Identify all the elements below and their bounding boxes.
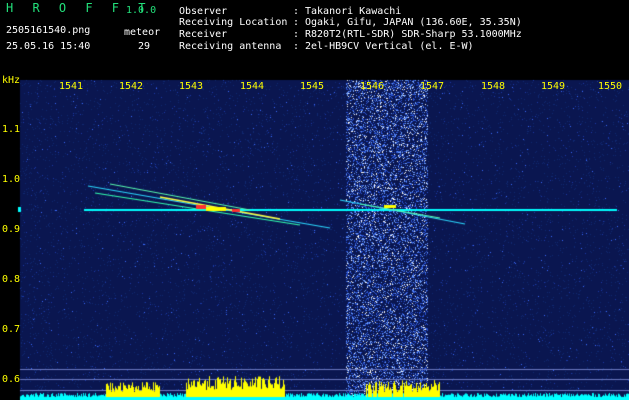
info-separator: :	[293, 6, 300, 17]
y-tick-label: 0.7	[2, 324, 21, 335]
x-tick-label: 1548	[481, 81, 506, 92]
y-tick-label: 1.0	[2, 174, 21, 185]
y-tick-label: 0.9	[2, 224, 21, 235]
info-value-observer: Takanori Kawachi	[305, 6, 402, 17]
info-value-receiver: R820T2(RTL-SDR) SDR-Sharp 53.1000MHz	[305, 29, 522, 40]
count-value: 29	[138, 41, 151, 52]
spectrogram-canvas	[0, 0, 629, 400]
info-separator: :	[293, 41, 300, 52]
x-tick-label: 1542	[119, 81, 144, 92]
file-name: 2505161540.png	[6, 25, 91, 36]
count-label: meteor	[124, 27, 161, 38]
x-tick-label: 1543	[179, 81, 204, 92]
info-label-antenna: Receiving antenna	[179, 41, 282, 52]
info-separator: :	[293, 29, 300, 40]
info-label-location: Receiving Location	[179, 17, 288, 28]
info-separator: :	[293, 17, 300, 28]
info-label-observer: Observer	[179, 6, 228, 17]
x-tick-label: 1546	[360, 81, 385, 92]
timestamp: 25.05.16 15:40	[6, 41, 91, 52]
x-tick-label: 1541	[59, 81, 84, 92]
y-axis-unit: kHz	[2, 75, 21, 86]
x-tick-label: 1547	[420, 81, 445, 92]
x-tick-label: 1550	[598, 81, 623, 92]
info-value-location: Ogaki, Gifu, JAPAN (136.60E, 35.35N)	[305, 17, 522, 28]
hroft-window: H R O F F T 1.0.0 2505161540.png meteor …	[0, 0, 629, 400]
info-label-receiver: Receiver	[179, 29, 228, 40]
x-tick-label: 1545	[300, 81, 325, 92]
y-tick-label: 0.8	[2, 274, 21, 285]
app-version: 1.0.0	[126, 5, 157, 16]
x-tick-label: 1549	[541, 81, 566, 92]
info-value-antenna: 2el-HB9CV Vertical (el. E-W)	[305, 41, 474, 52]
x-tick-label: 1544	[240, 81, 265, 92]
y-tick-label: 0.6	[2, 374, 21, 385]
y-tick-label: 1.1	[2, 124, 21, 135]
